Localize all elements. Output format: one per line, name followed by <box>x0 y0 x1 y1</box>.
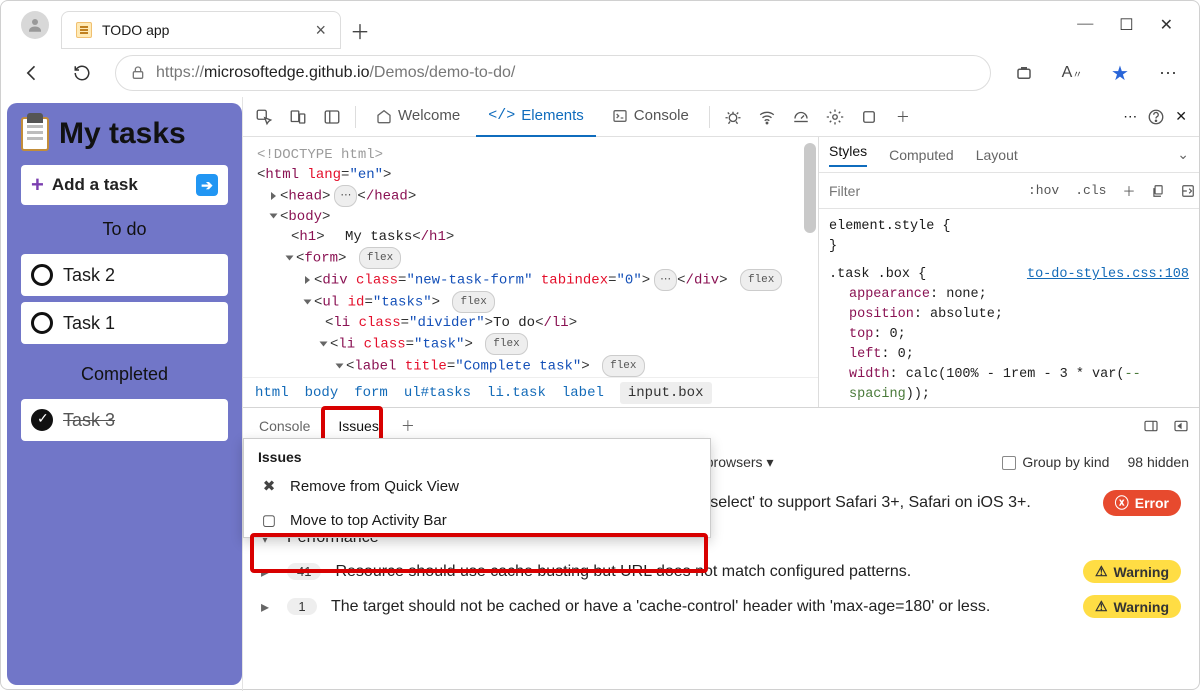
profile-button[interactable] <box>21 11 49 39</box>
error-badge: ⓧ Error <box>1103 490 1181 516</box>
group-by-kind[interactable]: Group by kind <box>1002 454 1109 470</box>
devtools-toolbar: Welcome </>Elements Console ＋ ⋯ ✕ <box>243 97 1199 137</box>
clipboard-icon <box>21 117 49 151</box>
devtools: Welcome </>Elements Console ＋ ⋯ ✕ <!DOCT… <box>242 97 1199 691</box>
add-tab-icon[interactable]: ＋ <box>888 102 918 132</box>
drawer-tab-console[interactable]: Console <box>253 413 316 439</box>
tab-close-icon[interactable]: × <box>315 20 326 41</box>
hidden-count[interactable]: 98 hidden <box>1127 454 1189 470</box>
section-completed: Completed <box>21 364 228 385</box>
todo-app: My tasks + Add a task ➔ To do Task 2 Tas… <box>7 103 242 685</box>
back-button[interactable] <box>15 56 49 90</box>
tab-styles[interactable]: Styles <box>829 143 867 167</box>
address-bar: https://microsoftedge.github.io/Demos/de… <box>1 49 1199 97</box>
tab-title: TODO app <box>102 22 169 38</box>
network-icon[interactable] <box>752 102 782 132</box>
cls-toggle[interactable]: .cls <box>1067 183 1114 198</box>
inspect-icon[interactable] <box>249 102 279 132</box>
titlebar: TODO app × ＋ — ☐ ✕ <box>1 1 1199 49</box>
dock-side-icon[interactable] <box>1143 418 1159 434</box>
issue-row[interactable]: ▸41 Resource should use cache busting bu… <box>257 554 1185 589</box>
add-task-row[interactable]: + Add a task ➔ <box>21 165 228 205</box>
device-icon[interactable] <box>283 102 313 132</box>
dom-tree[interactable]: <!DOCTYPE html> <html lang="en"> <head>⋯… <box>243 137 819 407</box>
refresh-button[interactable] <box>65 56 99 90</box>
breadcrumbs[interactable]: htmlbodyformul#tasksli.tasklabelinput.bo… <box>243 377 818 407</box>
bug-icon[interactable] <box>718 102 748 132</box>
dock-icon[interactable] <box>1173 184 1200 198</box>
memory-icon[interactable] <box>854 102 884 132</box>
tab-console[interactable]: Console <box>600 97 701 137</box>
window-controls: — ☐ ✕ <box>1077 15 1191 35</box>
styles-tabs: Styles Computed Layout ⌄ <box>819 137 1199 173</box>
copy-icon[interactable] <box>1143 184 1173 198</box>
drawer-tab-issues[interactable]: Issues <box>332 413 384 439</box>
warning-badge: ⚠ Warning <box>1083 560 1181 583</box>
chevron-down-icon[interactable]: ⌄ <box>1177 146 1189 163</box>
favorite-star-icon[interactable]: ★ <box>1103 56 1137 90</box>
performance-icon[interactable] <box>786 102 816 132</box>
new-tab-button[interactable]: ＋ <box>341 11 379 49</box>
settings-gear-icon[interactable] <box>820 102 850 132</box>
read-aloud-icon[interactable]: A〃 <box>1055 56 1089 90</box>
panel-icon[interactable] <box>317 102 347 132</box>
warning-badge: ⚠ Warning <box>1083 595 1181 618</box>
ctx-remove-item[interactable]: ✖Remove from Quick View <box>244 469 710 503</box>
app-icon[interactable] <box>1007 56 1041 90</box>
checkbox-icon[interactable] <box>31 264 53 286</box>
tab-elements[interactable]: </>Elements <box>476 97 596 137</box>
hov-toggle[interactable]: :hov <box>1020 183 1067 198</box>
scrollbar[interactable] <box>804 143 816 233</box>
ctx-move-item[interactable]: ▢Move to top Activity Bar <box>244 503 710 537</box>
drawer-add-icon[interactable]: ＋ <box>401 416 415 436</box>
tab-favicon <box>76 22 92 38</box>
close-window-icon[interactable]: ✕ <box>1160 15 1173 35</box>
tab-layout[interactable]: Layout <box>976 147 1018 163</box>
new-rule-icon[interactable]: ＋ <box>1114 181 1143 200</box>
browser-tab[interactable]: TODO app × <box>61 11 341 49</box>
styles-filter-input[interactable] <box>819 183 1020 199</box>
ctx-title: Issues <box>244 439 710 469</box>
task-row[interactable]: Task 1 <box>21 302 228 344</box>
app-heading: My tasks <box>21 117 228 151</box>
tab-computed[interactable]: Computed <box>889 147 954 163</box>
more-icon[interactable]: ⋯ <box>1123 108 1137 125</box>
url-text: https://microsoftedge.github.io/Demos/de… <box>156 64 515 82</box>
window-icon: ▢ <box>260 511 278 529</box>
tab-welcome[interactable]: Welcome <box>364 97 472 137</box>
minimize-icon[interactable]: — <box>1077 15 1093 35</box>
maximize-icon[interactable]: ☐ <box>1119 15 1133 35</box>
styles-pane: Styles Computed Layout ⌄ :hov .cls ＋ ele… <box>819 137 1199 407</box>
checkbox-checked-icon[interactable] <box>31 409 53 431</box>
drawer: Console Issues ＋ Issues ✖Remove from Qui… <box>243 407 1199 691</box>
section-todo: To do <box>21 219 228 240</box>
menu-icon[interactable]: ⋯ <box>1151 56 1185 90</box>
css-rules[interactable]: element.style { } to-do-styles.css:108.t… <box>819 209 1199 407</box>
expand-icon[interactable] <box>1173 418 1189 434</box>
unpin-icon: ✖ <box>260 477 278 495</box>
close-devtools-icon[interactable]: ✕ <box>1175 108 1187 125</box>
css-source-link[interactable]: to-do-styles.css:108 <box>1027 265 1189 285</box>
plus-icon: + <box>31 172 44 198</box>
url-box[interactable]: https://microsoftedge.github.io/Demos/de… <box>115 55 991 91</box>
help-icon[interactable] <box>1147 108 1165 126</box>
context-menu: Issues ✖Remove from Quick View ▢Move to … <box>243 438 711 538</box>
lock-icon[interactable] <box>130 65 146 81</box>
task-row[interactable]: Task 2 <box>21 254 228 296</box>
issue-row[interactable]: ▸1 The target should not be cached or ha… <box>257 589 1185 624</box>
add-task-label: Add a task <box>52 175 138 195</box>
task-row-done[interactable]: Task 3 <box>21 399 228 441</box>
submit-icon[interactable]: ➔ <box>196 174 218 196</box>
checkbox-icon[interactable] <box>31 312 53 334</box>
